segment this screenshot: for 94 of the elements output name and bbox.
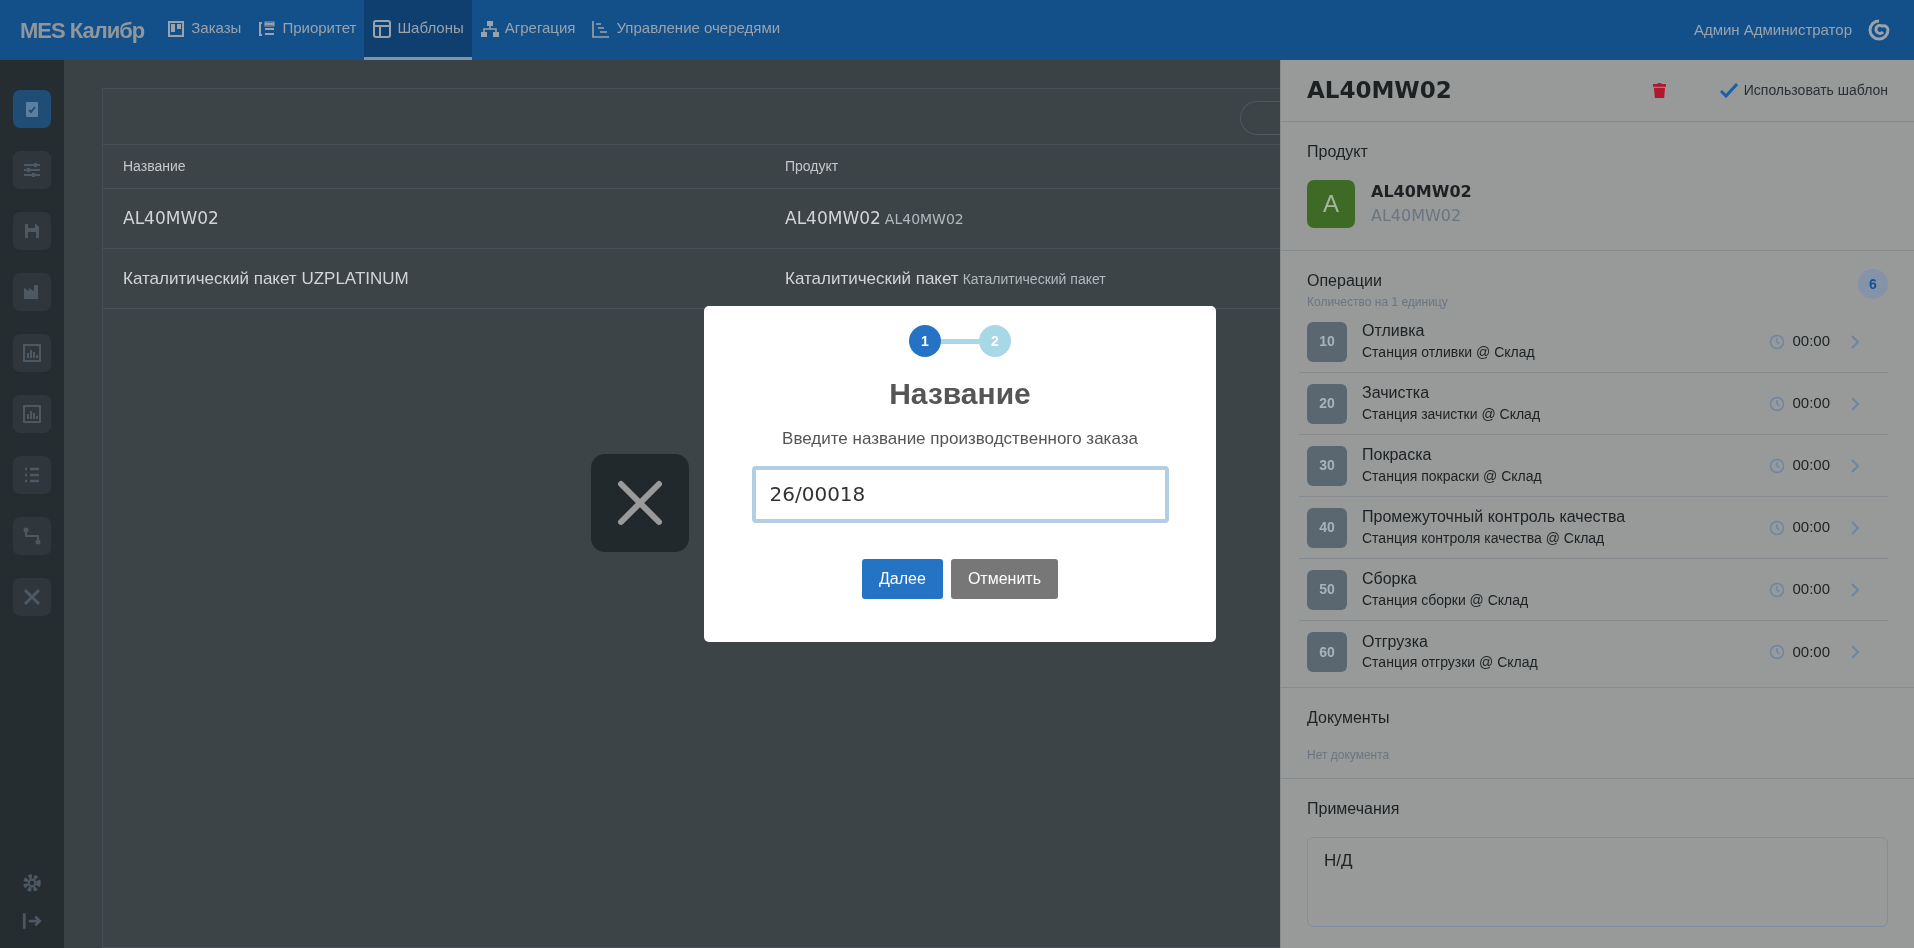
cancel-button[interactable]: Отменить xyxy=(950,558,1058,599)
nav-tab[interactable]: Агрегация xyxy=(471,0,584,60)
sidebar-item[interactable] xyxy=(13,578,51,616)
bar-chart-icon xyxy=(22,343,42,363)
operation-number: 10 xyxy=(1307,321,1347,362)
chevron-right-icon[interactable] xyxy=(1850,395,1860,412)
product-code: Каталитический пакет xyxy=(962,269,1106,289)
swirl-logo-icon[interactable] xyxy=(1868,19,1890,41)
operation-name: Отгрузка xyxy=(1362,631,1429,652)
clock-icon xyxy=(1769,519,1786,536)
clock-icon xyxy=(1769,644,1786,660)
dialog-title: Название xyxy=(888,376,1032,412)
sidebar-item[interactable] xyxy=(13,456,51,494)
route-icon xyxy=(22,526,42,546)
station-name: Станция контроля качества @ Склад xyxy=(1362,528,1606,548)
sidebar-item[interactable] xyxy=(13,517,51,555)
clock-icon xyxy=(1769,333,1786,350)
bar-chart-icon xyxy=(22,404,42,424)
operation-name: Промежуточный контроль качества xyxy=(1362,507,1627,528)
operation-number: 60 xyxy=(1307,632,1347,672)
chevron-right-icon[interactable] xyxy=(1850,457,1860,474)
notes-field[interactable]: Н/Д xyxy=(1307,837,1888,927)
user-name[interactable]: Админ Администратор xyxy=(1693,18,1852,42)
board-icon xyxy=(166,18,187,39)
section-heading: Операции xyxy=(1307,271,1383,291)
operation-number: 50 xyxy=(1307,569,1347,610)
panel-title: AL40MW02 xyxy=(1307,76,1452,106)
sliders-icon xyxy=(22,160,42,180)
hierarchy-icon xyxy=(479,18,500,39)
next-button[interactable]: Далее xyxy=(862,558,943,599)
sidebar-item[interactable] xyxy=(13,212,51,250)
sidebar-item[interactable] xyxy=(13,151,51,189)
sidebar-item[interactable] xyxy=(13,334,51,372)
settings-icon[interactable] xyxy=(21,872,43,894)
section-heading: Документы xyxy=(1307,708,1391,728)
product-name: AL40MW02 xyxy=(1371,181,1472,203)
nav-tab[interactable]: Заказы xyxy=(158,0,250,60)
trash-icon[interactable] xyxy=(1652,83,1666,98)
product-code: AL40MW02 xyxy=(884,209,964,229)
product-name: Каталитический пакет xyxy=(785,267,959,290)
brand-logo: MES Калибр xyxy=(20,16,145,45)
operation-time: 00:00 xyxy=(1792,641,1830,662)
step-indicator: 1 xyxy=(909,325,941,357)
operation-number: 30 xyxy=(1307,445,1347,486)
list-icon xyxy=(257,18,278,39)
operation-name: Зачистка xyxy=(1362,383,1431,404)
queue-icon xyxy=(591,18,612,39)
product-avatar: A xyxy=(1307,180,1355,228)
column-header: Название xyxy=(123,157,187,176)
section-heading: Примечания xyxy=(1307,799,1401,819)
operation-name: Отливка xyxy=(1362,321,1426,342)
dialog-prompt: Введите название производственного заказа xyxy=(781,428,1139,450)
layout-icon xyxy=(372,18,393,39)
clock-icon xyxy=(1769,395,1786,412)
operation-time: 00:00 xyxy=(1792,579,1830,600)
section-heading: Продукт xyxy=(1307,142,1369,162)
station-name: Станция покраски @ Склад xyxy=(1362,466,1543,486)
logout-icon[interactable] xyxy=(21,910,43,932)
station-name: Станция отгрузки @ Склад xyxy=(1362,653,1539,673)
close-icon xyxy=(616,479,664,527)
chevron-right-icon[interactable] xyxy=(1850,519,1860,536)
operation-number: 40 xyxy=(1307,507,1347,548)
operation-time: 00:00 xyxy=(1792,517,1830,538)
checkmark-icon xyxy=(1719,83,1738,98)
close-button[interactable] xyxy=(591,454,689,552)
operation-time: 00:00 xyxy=(1792,393,1830,414)
station-name: Станция сборки @ Склад xyxy=(1362,590,1530,610)
step-indicator: 2 xyxy=(979,325,1011,357)
column-header: Продукт xyxy=(785,157,840,176)
count-badge: 6 xyxy=(1858,269,1888,299)
chevron-right-icon[interactable] xyxy=(1850,333,1860,350)
table-cell-text: AL40MW02 xyxy=(123,206,220,230)
station-name: Станция отливки @ Склад xyxy=(1362,342,1536,362)
sidebar-item[interactable] xyxy=(13,90,51,128)
clock-icon xyxy=(1769,457,1786,474)
list-icon xyxy=(22,465,42,485)
clock-icon xyxy=(1769,581,1786,598)
nav-tab[interactable]: Управление очередями xyxy=(583,0,789,60)
operation-time: 00:00 xyxy=(1792,331,1830,352)
name-input-field[interactable]: 26/00018 xyxy=(751,465,1169,523)
table-cell-text: Каталитический пакет UZPLATINUM xyxy=(123,267,410,290)
station-name: Станция зачистки @ Склад xyxy=(1362,404,1542,424)
operation-time: 00:00 xyxy=(1792,455,1830,476)
chevron-right-icon[interactable] xyxy=(1850,581,1860,598)
chevron-right-icon[interactable] xyxy=(1850,644,1860,660)
operation-number: 20 xyxy=(1307,383,1347,424)
product-name: AL40MW02 xyxy=(785,206,881,230)
use-template-button[interactable]: Использовать шаблон xyxy=(1719,80,1888,101)
operation-name: Сборка xyxy=(1362,569,1418,590)
nav-tab[interactable]: Приоритет xyxy=(249,0,365,60)
operation-name: Покраска xyxy=(1362,445,1433,466)
nav-tab[interactable]: Шаблоны xyxy=(364,0,472,60)
sidebar-item[interactable] xyxy=(13,395,51,433)
sidebar-item[interactable] xyxy=(13,273,51,311)
